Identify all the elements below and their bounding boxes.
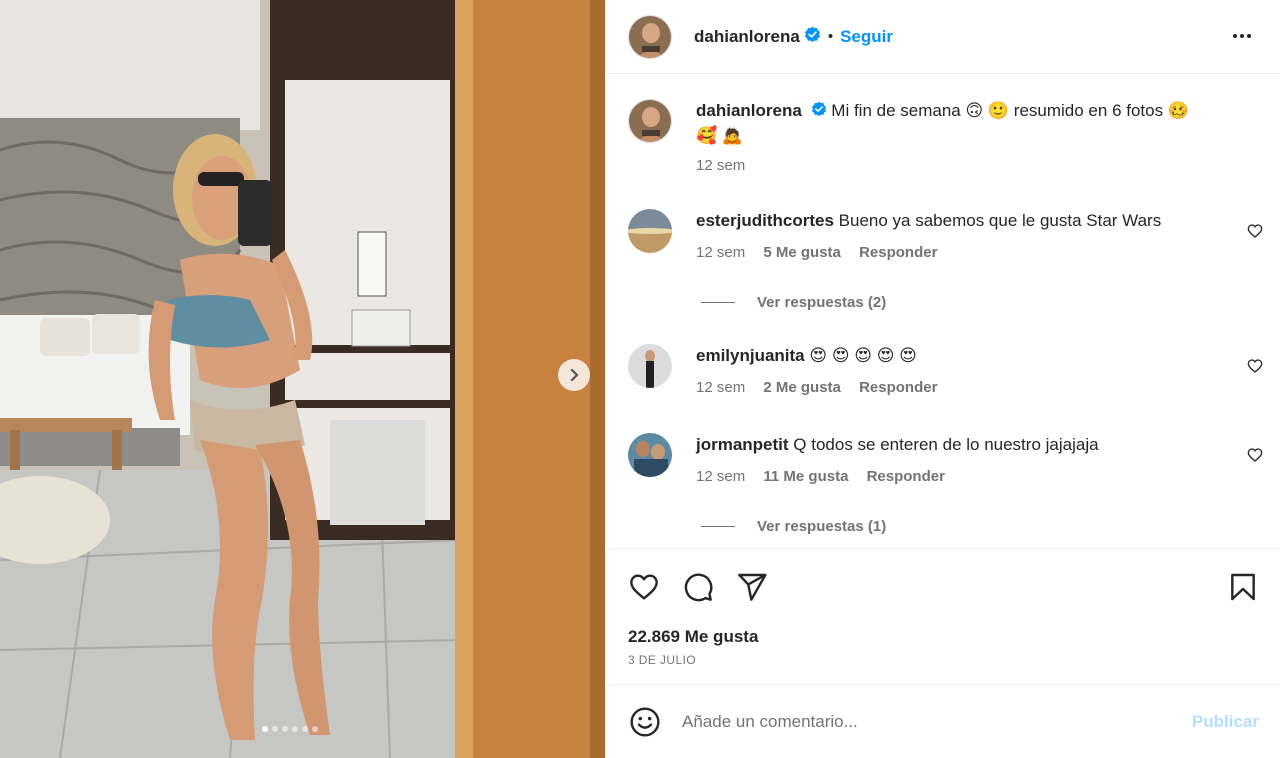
comment-text: Q todos se enteren de lo nuestro jajajaj…: [793, 435, 1099, 454]
post-actions: 22.869 Me gusta 3 DE JULIO: [606, 548, 1280, 684]
action-icons: [628, 571, 768, 608]
comment-avatar[interactable]: [628, 209, 672, 253]
caption-username[interactable]: dahianlorena: [696, 101, 802, 120]
comment-item: esterjudithcortes Bueno ya sabemos que l…: [628, 209, 1241, 265]
like-comment-heart-icon[interactable]: [1247, 358, 1263, 379]
bookmark-icon[interactable]: [1227, 571, 1259, 608]
comment-body: emilynjuanita 😍 😍 😍 😍 😍 12 sem 2 Me gust…: [696, 344, 1241, 400]
comment-likes[interactable]: 5 Me gusta: [763, 244, 841, 261]
comment-avatar[interactable]: [628, 344, 672, 388]
comment-icon[interactable]: [682, 571, 714, 608]
carousel-dot: [272, 726, 278, 732]
author-username[interactable]: dahianlorena: [694, 27, 800, 47]
chevron-right-icon: [570, 368, 579, 382]
caption-avatar-image: [629, 100, 671, 142]
comment-avatar-image: [628, 209, 672, 253]
reply-button[interactable]: Responder: [859, 379, 937, 396]
author-avatar[interactable]: [628, 14, 672, 59]
carousel-dot: [302, 726, 308, 732]
reply-button[interactable]: Responder: [859, 244, 937, 261]
comment-item: emilynjuanita 😍 😍 😍 😍 😍 12 sem 2 Me gust…: [628, 344, 1241, 400]
comment-text: 😍 😍 😍 😍 😍: [809, 346, 917, 365]
carousel-dot-active: [262, 726, 268, 732]
comment-item: jormanpetit Q todos se enteren de lo nue…: [628, 433, 1241, 489]
comment-avatar[interactable]: [628, 433, 672, 477]
more-options-icon[interactable]: [1230, 24, 1254, 53]
comment-avatar-image: [628, 344, 672, 388]
comment-meta: 12 sem 5 Me gusta Responder: [696, 241, 1241, 265]
carousel-dot: [282, 726, 288, 732]
comment-username[interactable]: emilynjuanita: [696, 346, 805, 365]
comment-time[interactable]: 12 sem: [696, 468, 745, 485]
comment-avatar-image: [628, 433, 672, 477]
comment-meta: 12 sem 2 Me gusta Responder: [696, 376, 1241, 400]
caption-text: Mi fin de semana 🙃 🙂 resumido en 6 fotos…: [831, 101, 1189, 120]
caption-body: dahianlorena Mi fin de semana 🙃 🙂 resumi…: [696, 99, 1241, 178]
comment-time[interactable]: 12 sem: [696, 379, 745, 396]
comment-username[interactable]: jormanpetit: [696, 435, 789, 454]
next-photo-button[interactable]: [558, 359, 590, 391]
reply-button[interactable]: Responder: [867, 468, 945, 485]
caption-text-line2: 🥰 🙇: [696, 125, 744, 145]
comment-likes[interactable]: 2 Me gusta: [763, 379, 841, 396]
post-caption: dahianlorena Mi fin de semana 🙃 🙂 resumi…: [628, 99, 1241, 178]
comment-body: jormanpetit Q todos se enteren de lo nue…: [696, 433, 1241, 489]
like-comment-heart-icon[interactable]: [1247, 223, 1263, 244]
comment-username[interactable]: esterjudithcortes: [696, 211, 834, 230]
post-photo[interactable]: [0, 0, 605, 758]
comment-likes[interactable]: 11 Me gusta: [763, 468, 848, 485]
view-replies-button[interactable]: Ver respuestas (2): [701, 294, 886, 311]
carousel-indicator: [262, 726, 318, 732]
comment-composer: Publicar: [606, 684, 1280, 758]
comment-body: esterjudithcortes Bueno ya sabemos que l…: [696, 209, 1241, 265]
verified-badge-icon: [811, 100, 827, 124]
post-header: dahianlorena • Seguir: [606, 0, 1280, 74]
comment-text: Bueno ya sabemos que le gusta Star Wars: [838, 211, 1162, 230]
verified-badge-icon: [804, 26, 821, 48]
replies-divider: [701, 526, 735, 527]
comments-list[interactable]: dahianlorena Mi fin de semana 🙃 🙂 resumi…: [606, 75, 1280, 547]
likes-count[interactable]: 22.869 Me gusta: [628, 627, 758, 647]
header-separator: •: [827, 28, 834, 45]
author-avatar-image: [629, 15, 671, 58]
replies-divider: [701, 302, 735, 303]
share-icon[interactable]: [736, 571, 768, 608]
follow-button[interactable]: Seguir: [840, 27, 893, 47]
publish-button[interactable]: Publicar: [1192, 712, 1259, 732]
heart-icon[interactable]: [628, 571, 660, 608]
comment-meta: 12 sem 11 Me gusta Responder: [696, 465, 1241, 489]
photo-illustration: [0, 0, 605, 758]
caption-meta: 12 sem: [696, 154, 1241, 178]
carousel-dot: [312, 726, 318, 732]
like-comment-heart-icon[interactable]: [1247, 447, 1263, 468]
view-replies-label: Ver respuestas (1): [757, 518, 887, 535]
carousel-dot: [292, 726, 298, 732]
caption-time[interactable]: 12 sem: [696, 157, 745, 174]
caption-avatar[interactable]: [628, 99, 672, 143]
post-panel: dahianlorena • Seguir dahianlorena Mi fi…: [605, 0, 1280, 758]
view-replies-label: Ver respuestas (2): [757, 294, 887, 311]
comment-time[interactable]: 12 sem: [696, 244, 745, 261]
post-date[interactable]: 3 DE JULIO: [628, 653, 696, 667]
emoji-icon[interactable]: [628, 705, 662, 739]
comment-input[interactable]: [682, 711, 1162, 732]
view-replies-button[interactable]: Ver respuestas (1): [701, 518, 886, 535]
